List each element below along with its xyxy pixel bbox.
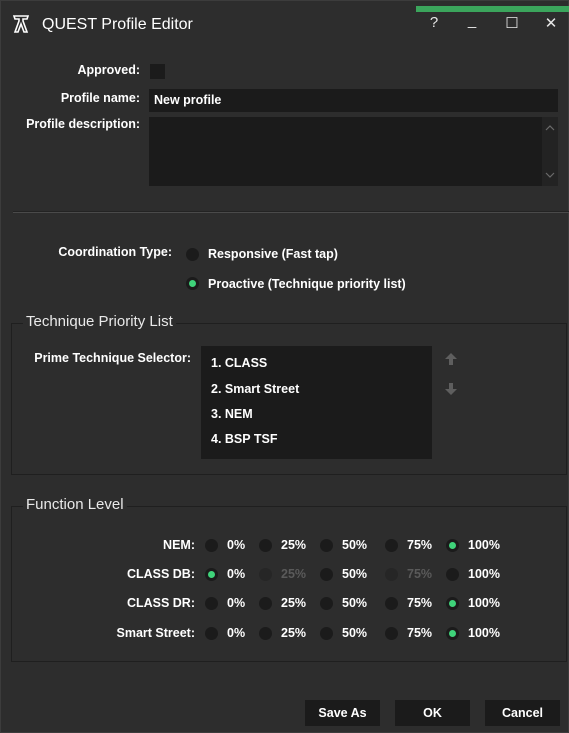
arrow-up-icon[interactable]: [444, 352, 458, 366]
technique-priority-title: Technique Priority List: [23, 313, 176, 330]
function-level-radio-label: 25%: [281, 596, 307, 610]
function-level-radio[interactable]: [385, 627, 398, 640]
cancel-button[interactable]: Cancel: [485, 700, 560, 726]
list-item[interactable]: 1. CLASS: [211, 356, 267, 370]
function-level-row-label: Smart Street:: [116, 626, 196, 640]
profile-name-input[interactable]: New profile: [149, 89, 558, 112]
scroll-up-icon[interactable]: [545, 123, 555, 133]
function-level-radio-label: 0%: [227, 626, 246, 640]
function-level-radio[interactable]: [320, 568, 333, 581]
function-level-radio[interactable]: [259, 539, 272, 552]
help-button[interactable]: ?: [422, 14, 446, 31]
function-level-radio-label: 100%: [468, 596, 500, 610]
function-level-radio[interactable]: [205, 539, 218, 552]
separator: [13, 212, 569, 213]
function-level-radio[interactable]: [205, 627, 218, 640]
radio-proactive[interactable]: [186, 277, 199, 290]
approved-label: Approved:: [77, 63, 141, 77]
coordination-type-label: Coordination Type:: [58, 245, 172, 259]
function-level-row-label: NEM:: [163, 538, 195, 552]
window-title: QUEST Profile Editor: [42, 16, 193, 33]
radio-responsive-label: Responsive (Fast tap): [208, 247, 338, 261]
function-level-radio-label: 75%: [407, 538, 433, 552]
function-level-radio-label: 50%: [342, 567, 368, 581]
profile-description-label: Profile description:: [26, 117, 140, 131]
profile-name-label: Profile name:: [60, 91, 140, 105]
save-as-button[interactable]: Save As: [305, 700, 380, 726]
function-level-radio[interactable]: [446, 568, 459, 581]
radio-proactive-label: Proactive (Technique priority list): [208, 277, 406, 291]
app-logo-icon: [12, 15, 30, 33]
function-level-radio-label: 0%: [227, 596, 246, 610]
function-level-radio-label: 25%: [281, 538, 307, 552]
technique-priority-list[interactable]: 1. CLASS 2. Smart Street 3. NEM 4. BSP T…: [201, 346, 432, 459]
function-level-radio[interactable]: [320, 627, 333, 640]
radio-responsive[interactable]: [186, 248, 199, 261]
function-level-radio-label: 25%: [281, 626, 307, 640]
function-level-radio[interactable]: [259, 597, 272, 610]
function-level-radio[interactable]: [446, 597, 459, 610]
list-item[interactable]: 2. Smart Street: [211, 382, 299, 396]
function-level-radio[interactable]: [446, 539, 459, 552]
function-level-radio-label: 100%: [468, 626, 500, 640]
separator-shadow: [13, 211, 569, 212]
function-level-radio[interactable]: [446, 627, 459, 640]
approved-checkbox[interactable]: [150, 64, 165, 79]
function-level-radio-label: 75%: [407, 596, 433, 610]
function-level-radio-label: 75%: [407, 626, 433, 640]
close-button[interactable]: ✕: [539, 14, 563, 32]
minimize-button[interactable]: _: [460, 12, 484, 29]
function-level-radio-label: 0%: [227, 538, 246, 552]
ok-button[interactable]: OK: [395, 700, 470, 726]
function-level-radio-label: 0%: [227, 567, 246, 581]
function-level-row-label: CLASS DB:: [126, 567, 195, 581]
arrow-down-icon[interactable]: [444, 382, 458, 396]
function-level-radio[interactable]: [205, 597, 218, 610]
function-level-radio[interactable]: [205, 568, 218, 581]
function-level-radio-label: 50%: [342, 538, 368, 552]
accent-bar: [416, 6, 569, 12]
maximize-button[interactable]: ☐: [500, 14, 524, 32]
prime-technique-selector-label: Prime Technique Selector:: [34, 351, 191, 365]
function-level-radio-label: 50%: [342, 626, 368, 640]
function-level-title: Function Level: [23, 496, 127, 513]
function-level-radio[interactable]: [320, 597, 333, 610]
function-level-row-label: CLASS DR:: [126, 596, 195, 610]
function-level-radio-label: 25%: [281, 567, 307, 581]
function-level-radio-label: 50%: [342, 596, 368, 610]
function-level-radio-label: 100%: [468, 538, 500, 552]
function-level-radio[interactable]: [259, 627, 272, 640]
function-level-radio-label: 100%: [468, 567, 500, 581]
description-scrollbar[interactable]: [542, 117, 558, 186]
list-item[interactable]: 4. BSP TSF: [211, 432, 277, 446]
function-level-radio[interactable]: [320, 539, 333, 552]
function-level-radio: [385, 568, 398, 581]
profile-description-input[interactable]: [149, 117, 558, 186]
function-level-radio[interactable]: [385, 539, 398, 552]
function-level-radio[interactable]: [385, 597, 398, 610]
function-level-radio-label: 75%: [407, 567, 433, 581]
list-item[interactable]: 3. NEM: [211, 407, 253, 421]
scroll-down-icon[interactable]: [545, 170, 555, 180]
profile-name-value: New profile: [154, 93, 222, 107]
function-level-radio: [259, 568, 272, 581]
